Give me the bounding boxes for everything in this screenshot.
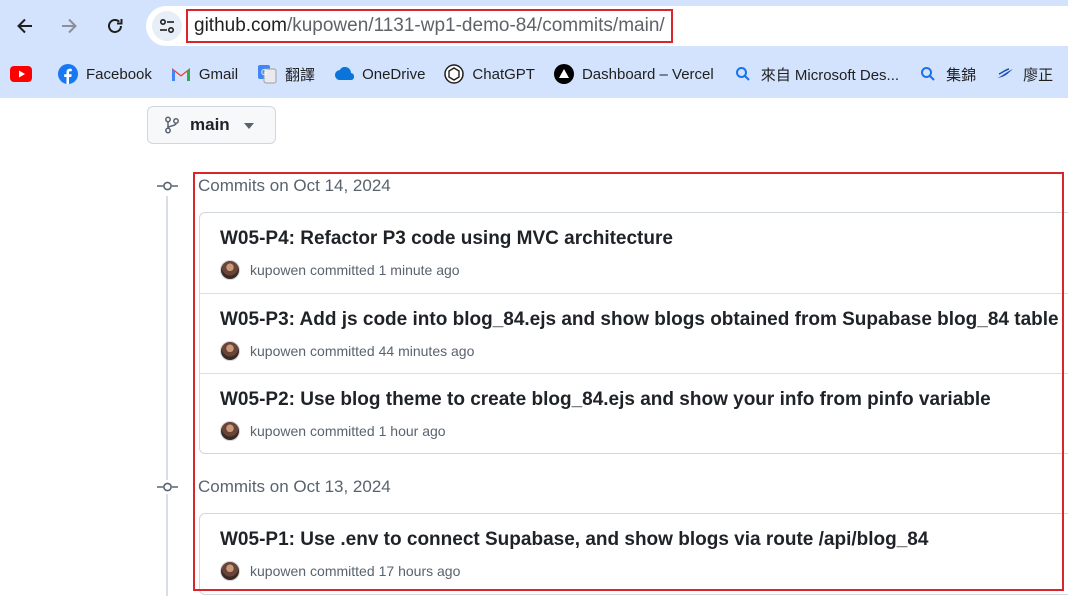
address-bar[interactable]: github.com/kupowen/1131-wp1-demo-84/comm… (146, 6, 1068, 46)
commit-row[interactable]: W05-P3: Add js code into blog_84.ejs and… (200, 293, 1068, 373)
back-button[interactable] (7, 8, 43, 44)
bookmark-vercel[interactable]: Dashboard – Vercel (543, 60, 722, 88)
bookmark-label: Facebook (86, 65, 152, 83)
bookmark-facebook[interactable]: Facebook (47, 60, 160, 88)
commit-title-link[interactable]: W05-P2: Use blog theme to create blog_84… (220, 389, 991, 411)
url-text[interactable]: github.com/kupowen/1131-wp1-demo-84/comm… (186, 9, 673, 43)
commit-verb: committed (310, 262, 375, 278)
commit-meta: kupowen committed 1 hour ago (220, 421, 446, 441)
bookmark-label: OneDrive (362, 65, 426, 83)
avatar[interactable] (220, 260, 240, 280)
timeline-line (166, 196, 168, 596)
google-translate-icon: G (256, 63, 278, 85)
commit-verb: committed (310, 563, 375, 579)
commit-meta: kupowen committed 1 minute ago (220, 260, 460, 280)
commit-group-node-icon (157, 179, 178, 193)
commit-meta: kupowen committed 17 hours ago (220, 561, 460, 581)
bookmark-label: Gmail (198, 65, 239, 83)
bookmark-label: ChatGPT (472, 65, 535, 83)
git-branch-icon (165, 116, 179, 134)
commit-list: W05-P1: Use .env to connect Supabase, an… (199, 513, 1068, 595)
avatar[interactable] (220, 421, 240, 441)
commit-title-link[interactable]: W05-P4: Refactor P3 code using MVC archi… (220, 228, 673, 250)
commit-author-link[interactable]: kupowen (250, 423, 306, 439)
avatar[interactable] (220, 341, 240, 361)
onedrive-icon (333, 63, 355, 85)
commit-row[interactable]: W05-P2: Use blog theme to create blog_84… (200, 373, 1068, 453)
commit-title-link[interactable]: W05-P1: Use .env to connect Supabase, an… (220, 529, 928, 551)
commit-group-node-icon (157, 480, 178, 494)
forward-button[interactable] (51, 8, 87, 44)
bookmark-label: 翻譯 (285, 66, 316, 84)
commit-list: W05-P4: Refactor P3 code using MVC archi… (199, 212, 1068, 454)
avatar[interactable] (220, 561, 240, 581)
commit-group-header: Commits on Oct 14, 2024 (198, 176, 391, 195)
bookmark-microsoft-designer[interactable]: 來自 Microsoft Des... (722, 60, 907, 88)
commit-time: 17 hours ago (378, 563, 461, 579)
branch-name: main (190, 115, 230, 134)
commit-row[interactable]: W05-P1: Use .env to connect Supabase, an… (200, 514, 1068, 594)
tune-icon (159, 18, 175, 34)
search-icon (732, 63, 754, 85)
bookmark-translate[interactable]: G 翻譯 (246, 60, 323, 88)
facebook-icon (57, 63, 79, 85)
commit-verb: committed (310, 423, 375, 439)
bookmark-label: 廖正 (1023, 66, 1054, 84)
commit-row[interactable]: W05-P4: Refactor P3 code using MVC archi… (200, 213, 1068, 293)
bookmark-label: 集錦 (946, 66, 977, 84)
branch-selector-button[interactable]: main (147, 106, 276, 144)
reload-icon (108, 19, 123, 33)
bookmark-icon (994, 63, 1016, 85)
bookmarks-bar: Facebook Gmail G 翻譯 OneDrive ChatGPT Das… (0, 58, 1068, 90)
commit-title-link[interactable]: W05-P3: Add js code into blog_84.ejs and… (220, 309, 1059, 331)
bookmark-liao[interactable]: 廖正 (984, 60, 1061, 88)
bookmark-label: 來自 Microsoft Des... (760, 66, 900, 84)
commit-time: 1 minute ago (378, 262, 460, 278)
bookmark-gmail[interactable]: Gmail (160, 60, 246, 88)
forward-arrow-icon (62, 18, 77, 34)
commit-author-link[interactable]: kupowen (250, 262, 306, 278)
caret-down-icon (243, 123, 254, 129)
bookmark-onedrive[interactable]: OneDrive (323, 60, 433, 88)
svg-text:G: G (261, 68, 267, 77)
url-path: /kupowen/1131-wp1-demo-84/commits/main/ (286, 15, 665, 36)
commit-group-header: Commits on Oct 13, 2024 (198, 477, 391, 496)
commit-verb: committed (310, 343, 375, 359)
browser-toolbar: github.com/kupowen/1131-wp1-demo-84/comm… (0, 0, 1068, 98)
youtube-icon (10, 63, 32, 85)
commit-meta: kupowen committed 44 minutes ago (220, 341, 474, 361)
commit-time: 1 hour ago (378, 423, 446, 439)
back-arrow-icon (17, 18, 32, 34)
chatgpt-icon (443, 63, 465, 85)
bookmark-collections[interactable]: 集錦 (907, 60, 984, 88)
vercel-icon (553, 63, 575, 85)
search-icon (917, 63, 939, 85)
url-host: github.com (194, 15, 287, 36)
reload-button[interactable] (97, 8, 133, 44)
bookmark-label: Dashboard – Vercel (581, 65, 714, 83)
commit-author-link[interactable]: kupowen (250, 343, 306, 359)
gmail-icon (170, 63, 192, 85)
commit-time: 44 minutes ago (378, 343, 475, 359)
bookmark-chatgpt[interactable]: ChatGPT (433, 60, 543, 88)
bookmark-youtube[interactable] (0, 60, 47, 88)
commit-author-link[interactable]: kupowen (250, 563, 306, 579)
site-info-button[interactable] (152, 11, 182, 41)
